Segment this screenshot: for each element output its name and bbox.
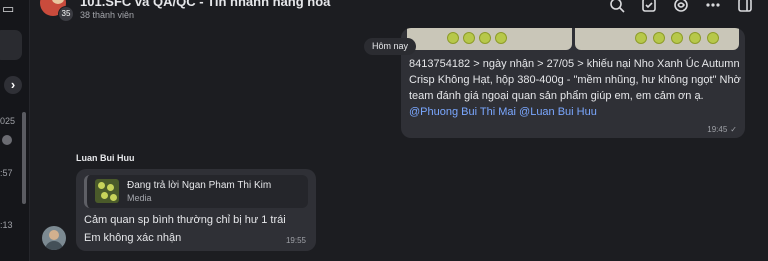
grape-shape [689, 32, 701, 44]
grape-shape [671, 32, 683, 44]
grape-shape [707, 32, 719, 44]
chat-header: 35 101.SFC và QA/QC - Tin nhanh hàng hóa… [30, 0, 768, 28]
grape-shape [479, 32, 491, 44]
grape-shape [110, 194, 117, 201]
sidebar-toggle-icon[interactable] [736, 0, 754, 14]
message-time: 19:45 [707, 125, 728, 134]
grape-shape [495, 32, 507, 44]
incoming-message[interactable]: Đang trả lời Ngan Pham Thi Kim Media Cảm… [76, 169, 316, 251]
rail-snippet: :57 [0, 168, 13, 178]
scrollbar[interactable] [22, 112, 26, 204]
grape-shape [107, 184, 114, 191]
status-icon [2, 135, 12, 145]
message-text: Cảm quan sp bình thường chỉ bị hư 1 trái [84, 214, 286, 226]
grape-photo[interactable] [407, 28, 572, 50]
selected-chat-item[interactable] [0, 30, 22, 60]
member-count-badge: 35 [58, 6, 74, 22]
message-text: Em không xác nhận [84, 232, 182, 244]
mention-link[interactable]: @Phuong Bui Thi Mai [409, 106, 516, 118]
reply-type: Media [127, 193, 152, 203]
chevron-right-icon[interactable]: › [4, 76, 22, 94]
grape-photo[interactable] [575, 28, 739, 50]
message-meta: 19:45 ✓ [707, 125, 737, 134]
message-time: 19:55 [285, 236, 306, 245]
reply-title: Đang trả lời Ngan Pham Thi Kim [127, 180, 272, 191]
member-count[interactable]: 38 thành viên [80, 10, 134, 20]
chat-list-rail: ▭ › 025 :57 :13 [0, 0, 30, 261]
threads-icon[interactable] [672, 0, 690, 14]
tasks-icon[interactable] [640, 0, 658, 14]
grape-shape [463, 32, 475, 44]
grape-shape [447, 32, 459, 44]
message-text: 8413754182 > ngày nhận > 27/05 > khiếu n… [409, 56, 741, 120]
search-icon[interactable] [608, 0, 626, 14]
header-actions [608, 0, 754, 14]
mention-link[interactable]: @Luan Bui Huu [519, 106, 597, 118]
rail-snippet: 025 [0, 116, 16, 126]
grape-shape [98, 182, 105, 189]
rail-snippet: :13 [0, 220, 13, 230]
grape-shape [635, 32, 647, 44]
avatar[interactable] [42, 226, 66, 250]
reply-quote[interactable]: Đang trả lời Ngan Pham Thi Kim Media [84, 175, 308, 208]
day-separator: Hôm nay [364, 38, 417, 55]
outgoing-message[interactable]: 8413754182 > ngày nhận > 27/05 > khiếu n… [401, 28, 745, 138]
sender-name[interactable]: Luan Bui Huu [76, 153, 135, 163]
grape-shape [653, 32, 665, 44]
grape-shape [101, 192, 108, 199]
folder-icon[interactable]: ▭ [2, 2, 19, 16]
chat-title[interactable]: 101.SFC và QA/QC - Tin nhanh hàng hóa [80, 0, 330, 9]
more-icon[interactable] [704, 0, 722, 14]
reply-thumbnail [95, 179, 119, 203]
message-body: 8413754182 > ngày nhận > 27/05 > khiếu n… [409, 58, 741, 102]
sent-check-icon: ✓ [730, 125, 737, 134]
